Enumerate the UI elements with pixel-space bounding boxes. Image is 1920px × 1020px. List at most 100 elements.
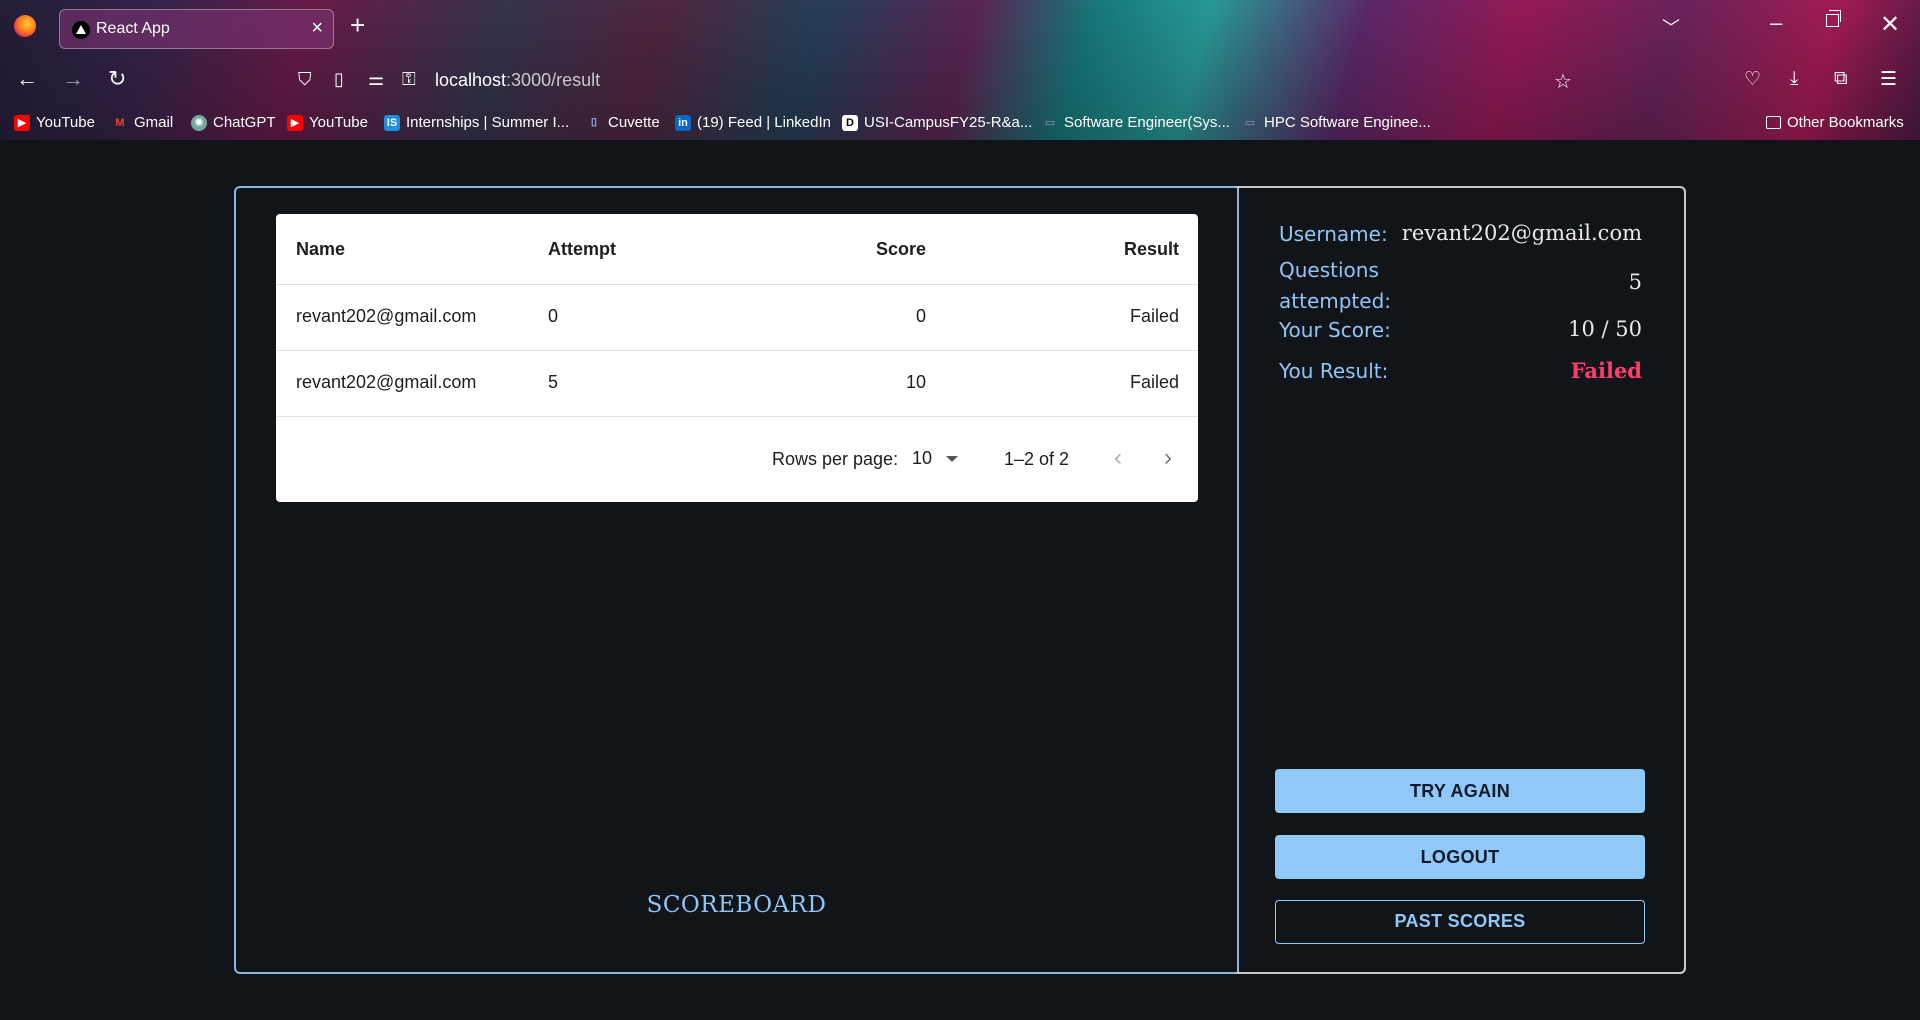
window-restore-icon[interactable]: [1826, 10, 1841, 27]
list-tabs-chevron-icon[interactable]: ﹀: [1662, 14, 1680, 40]
linkedin-icon: in: [675, 114, 691, 131]
bookmark-linkedin[interactable]: in (19) Feed | LinkedIn: [675, 114, 831, 131]
try-again-button[interactable]: TRY AGAIN: [1275, 769, 1645, 813]
previous-page-chevron-icon[interactable]: ‹: [1114, 444, 1122, 472]
permissions-icon[interactable]: ⚌: [368, 69, 384, 90]
window-close-icon[interactable]: ✕: [1880, 10, 1900, 39]
result-label: You Result:: [1279, 359, 1389, 383]
pocket-icon[interactable]: ♡: [1744, 68, 1761, 91]
bookmark-label: USI-CampusFY25-R&a...: [864, 114, 1033, 131]
forward-arrow-icon[interactable]: →: [62, 66, 84, 92]
bookmarks-bar: ▶ YouTube M Gmail ✺ ChatGPT ▶ YouTube IS Inte…: [0, 106, 1920, 140]
table-row: revant202@gmail.com 0 0 Failed: [276, 284, 1198, 351]
bookmark-label: Cuvette: [608, 114, 660, 131]
firefox-icon[interactable]: [14, 15, 36, 37]
result-card: Name Attempt Score Result revant202@gmai…: [234, 186, 1686, 974]
panel-divider: [1237, 188, 1239, 972]
youtube-icon: ▶: [14, 114, 30, 131]
result-page: Name Attempt Score Result revant202@gmai…: [0, 140, 1920, 1020]
scoreboard-title: SCOREBOARD: [646, 892, 827, 918]
page-info-icon[interactable]: ▯: [334, 69, 344, 90]
bookmark-chatgpt[interactable]: ✺ ChatGPT: [191, 114, 276, 131]
bookmark-software-engineer[interactable]: ▭ Software Engineer(Sys...: [1042, 114, 1230, 131]
menu-icon[interactable]: ☰: [1880, 68, 1897, 91]
rows-per-page-select[interactable]: 10: [912, 448, 959, 469]
bookmark-label: Software Engineer(Sys...: [1064, 114, 1230, 131]
cell-score: 0: [915, 306, 926, 326]
rows-per-page-label: Rows per page:: [772, 449, 899, 469]
download-icon[interactable]: ⤓: [1790, 68, 1798, 90]
score-value: 10 / 50: [1568, 317, 1642, 341]
score-label: Your Score:: [1279, 318, 1391, 342]
tab-close-icon[interactable]: ×: [311, 17, 323, 40]
scoreboard-table: Name Attempt Score Result revant202@gmai…: [276, 214, 1198, 502]
bookmark-label: (19) Feed | LinkedIn: [697, 114, 831, 131]
url-bar[interactable]: ⛉ ▯ ⚌ ⚿ localhost:3000/result ☆: [290, 60, 1590, 100]
questions-label-line2: attempted:: [1279, 289, 1392, 313]
bookmark-gmail[interactable]: M Gmail: [112, 114, 173, 131]
pagination-range: 1–2 of 2: [1004, 449, 1070, 469]
other-bookmarks-label: Other Bookmarks: [1787, 114, 1904, 131]
page-icon: ▭: [1044, 116, 1056, 129]
bookmark-label: ChatGPT: [213, 114, 276, 131]
page-icon: ▭: [1244, 116, 1256, 129]
gmail-icon: M: [115, 116, 125, 129]
header-name[interactable]: Name: [296, 239, 345, 260]
table-row: revant202@gmail.com 5 10 Failed: [276, 350, 1198, 417]
bookmark-label: YouTube: [309, 114, 368, 131]
cuvette-icon: ⌷: [590, 116, 598, 129]
other-bookmarks[interactable]: Other Bookmarks: [1766, 114, 1904, 131]
table-header-row: Name Attempt Score Result: [276, 214, 1198, 285]
questions-value: 5: [1628, 270, 1642, 294]
cell-attempt: 0: [548, 306, 559, 326]
back-arrow-icon[interactable]: ←: [16, 66, 38, 92]
new-tab-icon[interactable]: +: [350, 10, 365, 41]
username-label: Username:: [1279, 222, 1388, 246]
folder-icon: [1766, 116, 1781, 129]
header-attempt[interactable]: Attempt: [548, 239, 616, 260]
tab-favicon-icon: [72, 21, 90, 39]
cell-result: Failed: [1129, 306, 1179, 326]
url-path: :3000/result: [506, 70, 601, 90]
bookmark-label: Internships | Summer I...: [406, 114, 570, 131]
tab-bar: React App × + ﹀ – ✕: [0, 0, 1920, 54]
bookmark-youtube-2[interactable]: ▶ YouTube: [287, 114, 368, 131]
bookmark-label: Gmail: [134, 114, 174, 131]
next-page-chevron-icon[interactable]: ›: [1164, 444, 1172, 472]
header-score[interactable]: Score: [876, 239, 926, 260]
bookmark-label: HPC Software Enginee...: [1264, 114, 1431, 131]
bookmark-cuvette[interactable]: ⌷ Cuvette: [586, 114, 660, 131]
cell-name: revant202@gmail.com: [296, 306, 477, 326]
window-minimize-icon[interactable]: –: [1770, 10, 1782, 36]
logout-button[interactable]: LOGOUT: [1275, 835, 1645, 879]
key-icon[interactable]: ⚿: [402, 69, 416, 90]
extensions-icon[interactable]: ⧉: [1834, 68, 1848, 90]
reload-icon[interactable]: ↻: [108, 66, 126, 92]
bookmark-usi-campus[interactable]: D USI-CampusFY25-R&a...: [842, 114, 1032, 131]
table-pagination: Rows per page: 10 1–2 of 2 ‹ ›: [276, 414, 1198, 502]
bookmark-label: YouTube: [36, 114, 95, 131]
youtube-icon: ▶: [287, 114, 303, 131]
bookmark-youtube[interactable]: ▶ YouTube: [14, 114, 95, 131]
caret-down-icon: [946, 455, 959, 462]
questions-label-line1: Questions: [1279, 258, 1379, 282]
past-scores-button[interactable]: PAST SCORES: [1275, 900, 1645, 944]
navigation-bar: ← → ↻ ⛉ ▯ ⚌ ⚿ localhost:3000/result ☆ ♡ …: [0, 54, 1920, 106]
username-value: revant202@gmail.com: [1401, 221, 1642, 245]
cell-result: Failed: [1129, 372, 1179, 392]
shield-icon[interactable]: ⛉: [298, 69, 312, 90]
rows-per-page-value: 10: [912, 448, 933, 468]
bookmark-internshala[interactable]: IS Internships | Summer I...: [384, 114, 569, 131]
cell-score: 10: [905, 372, 926, 392]
url-text[interactable]: localhost:3000/result: [435, 70, 600, 91]
cell-name: revant202@gmail.com: [296, 372, 477, 392]
tab-title: React App: [96, 20, 170, 37]
dell-icon: D: [842, 114, 858, 131]
chatgpt-icon: ✺: [191, 114, 207, 131]
bookmark-hpc-engineer[interactable]: ▭ HPC Software Enginee...: [1242, 114, 1431, 131]
cell-attempt: 5: [548, 372, 559, 392]
bookmark-star-icon[interactable]: ☆: [1554, 69, 1572, 94]
header-result[interactable]: Result: [1124, 239, 1179, 260]
tab-react-app[interactable]: React App ×: [59, 9, 334, 49]
result-value: Failed: [1570, 358, 1642, 383]
